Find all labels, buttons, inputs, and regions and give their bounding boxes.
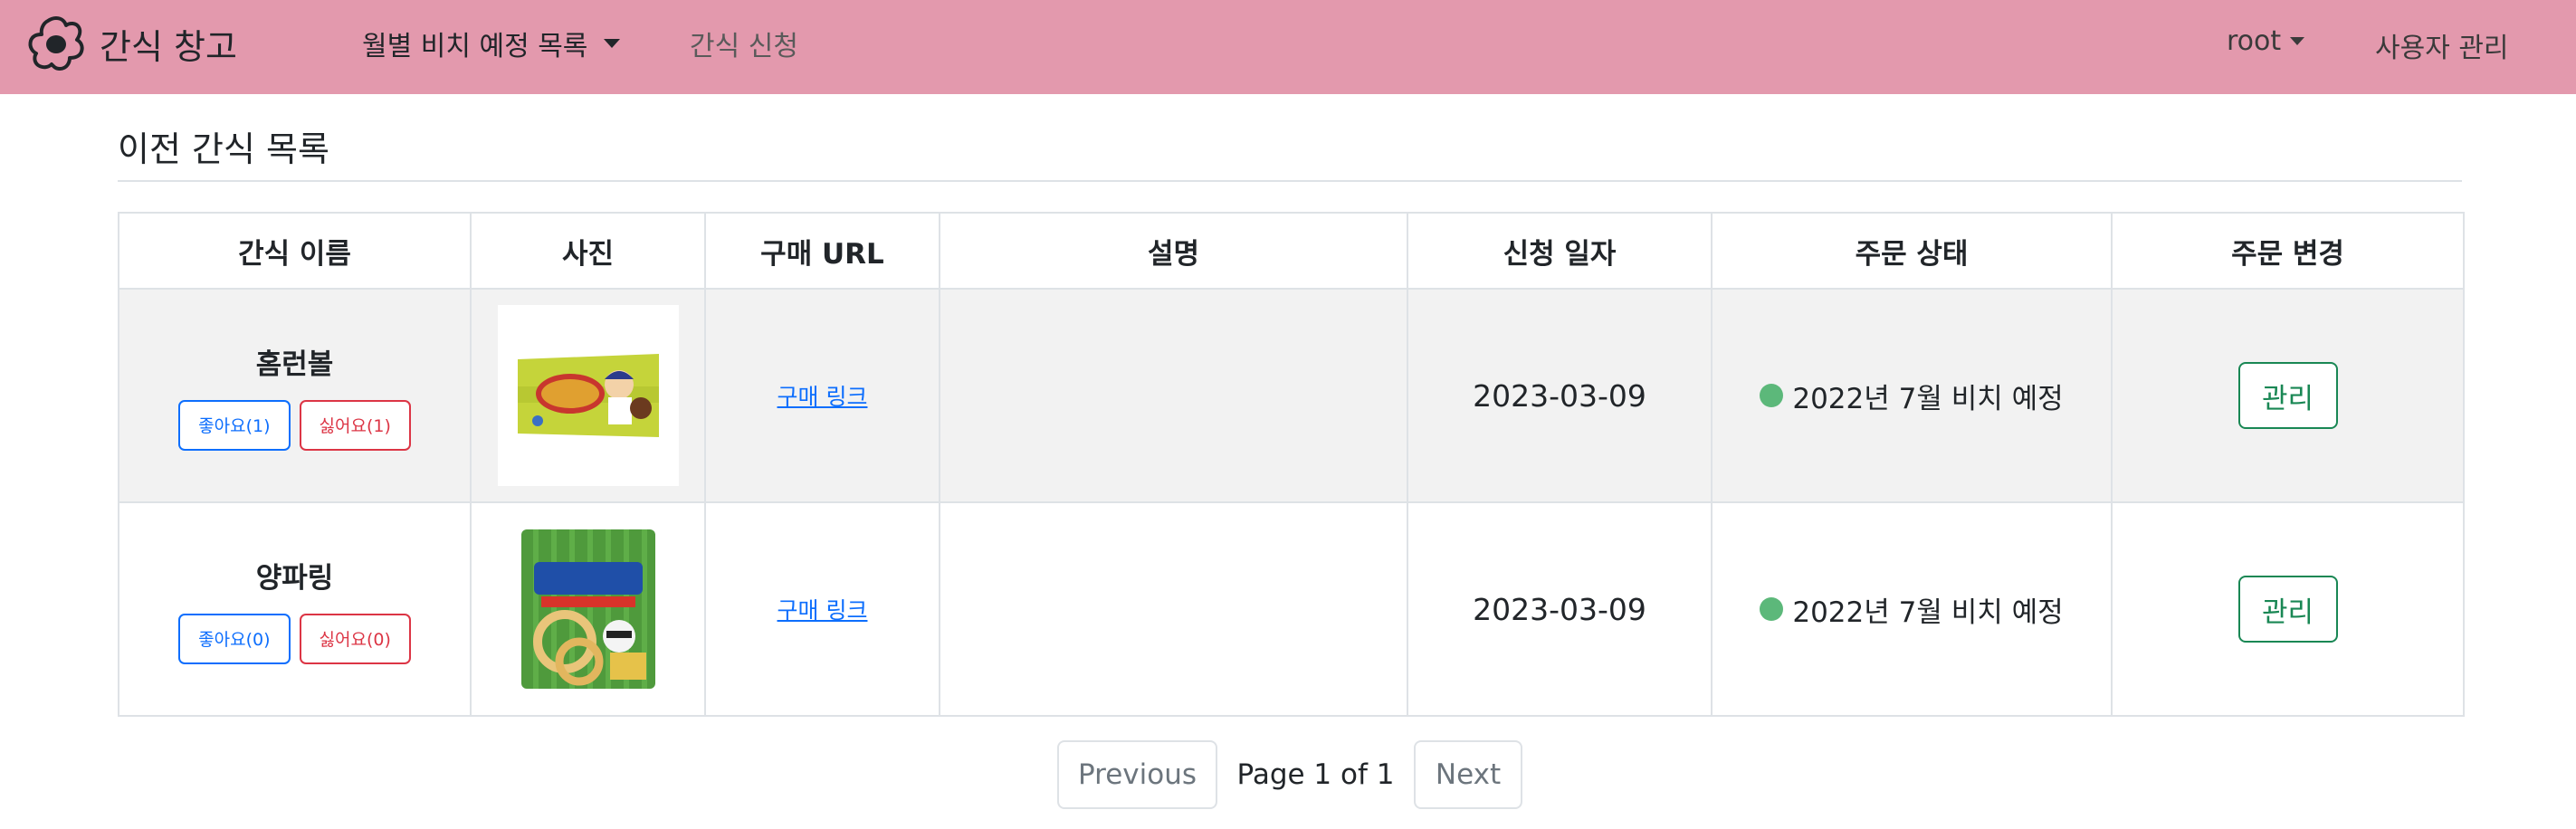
status-dot-icon bbox=[1760, 597, 1784, 621]
vote-buttons: 좋아요(1) 싫어요(1) bbox=[120, 399, 469, 451]
snack-photo bbox=[497, 305, 679, 486]
caret-down-icon bbox=[2290, 37, 2305, 45]
photo-cell bbox=[470, 288, 706, 503]
like-button[interactable]: 좋아요(0) bbox=[178, 613, 291, 664]
snack-name-cell: 홈런볼 좋아요(1) 싫어요(1) bbox=[118, 288, 472, 503]
header-request-date: 신청 일자 bbox=[1407, 212, 1713, 290]
photo-cell bbox=[470, 501, 706, 717]
snack-request-link[interactable]: 간식 신청 bbox=[690, 24, 798, 63]
snack-package-image bbox=[517, 354, 659, 437]
snack-name: 양파링 bbox=[255, 561, 334, 595]
order-status-text: 2022년 7월 비치 예정 bbox=[1792, 596, 2064, 629]
purchase-url-cell: 구매 링크 bbox=[704, 501, 940, 717]
status-dot-icon bbox=[1760, 384, 1784, 407]
order-change-cell: 관리 bbox=[2111, 501, 2465, 717]
header-description: 설명 bbox=[939, 212, 1408, 290]
user-menu-dropdown[interactable]: root bbox=[2227, 25, 2305, 57]
order-status-text: 2022년 7월 비치 예정 bbox=[1792, 382, 2064, 415]
flower-logo-icon bbox=[28, 16, 84, 71]
request-date: 2023-03-09 bbox=[1407, 501, 1713, 717]
snack-table: 간식 이름 사진 구매 URL 설명 신청 일자 주문 상태 주문 변경 홈런볼… bbox=[118, 212, 2465, 717]
description-cell bbox=[939, 501, 1408, 717]
page-indicator: Page 1 of 1 bbox=[1236, 758, 1395, 791]
user-management-link[interactable]: 사용자 관리 bbox=[2375, 25, 2509, 65]
order-status: 2022년 7월 비치 예정 bbox=[1760, 589, 2064, 630]
order-status: 2022년 7월 비치 예정 bbox=[1760, 376, 2064, 416]
description-cell bbox=[939, 288, 1408, 503]
order-status-cell: 2022년 7월 비치 예정 bbox=[1711, 501, 2113, 717]
like-button[interactable]: 좋아요(1) bbox=[178, 399, 291, 451]
user-menu-label: root bbox=[2227, 25, 2282, 57]
order-change-cell: 관리 bbox=[2111, 288, 2465, 503]
header-snack-name: 간식 이름 bbox=[118, 212, 472, 290]
snack-name: 홈런볼 bbox=[255, 348, 334, 381]
header-order-change: 주문 변경 bbox=[2111, 212, 2465, 290]
purchase-link[interactable]: 구매 링크 bbox=[778, 597, 868, 624]
snack-photo bbox=[497, 519, 679, 700]
snack-name-cell: 양파링 좋아요(0) 싫어요(0) bbox=[118, 501, 472, 717]
brand[interactable]: 간식 창고 bbox=[25, 13, 237, 74]
header-order-status: 주문 상태 bbox=[1711, 212, 2113, 290]
header-photo: 사진 bbox=[470, 212, 706, 290]
order-status-cell: 2022년 7월 비치 예정 bbox=[1711, 288, 2113, 503]
title-divider bbox=[118, 180, 2462, 182]
monthly-list-dropdown[interactable]: 월별 비치 예정 목록 bbox=[362, 24, 621, 63]
snack-package-image bbox=[520, 529, 655, 689]
purchase-url-cell: 구매 링크 bbox=[704, 288, 940, 503]
pagination: Previous Page 1 of 1 Next bbox=[0, 740, 2576, 809]
previous-page-button[interactable]: Previous bbox=[1057, 740, 1217, 809]
monthly-list-label: 월별 비치 예정 목록 bbox=[362, 31, 588, 62]
caret-down-icon bbox=[604, 39, 621, 48]
vote-buttons: 좋아요(0) 싫어요(0) bbox=[120, 613, 469, 664]
dislike-button[interactable]: 싫어요(0) bbox=[299, 613, 411, 664]
table-header-row: 간식 이름 사진 구매 URL 설명 신청 일자 주문 상태 주문 변경 bbox=[118, 212, 2465, 290]
request-date: 2023-03-09 bbox=[1407, 288, 1713, 503]
manage-button[interactable]: 관리 bbox=[2237, 576, 2338, 643]
dislike-button[interactable]: 싫어요(1) bbox=[299, 399, 411, 451]
purchase-link[interactable]: 구매 링크 bbox=[778, 384, 868, 410]
brand-title: 간식 창고 bbox=[100, 26, 237, 67]
table-row: 양파링 좋아요(0) 싫어요(0) 구매 링크 2023-03-09 2022년… bbox=[118, 501, 2465, 717]
table-row: 홈런볼 좋아요(1) 싫어요(1) 구매 링크 2023-03-09 2022년… bbox=[118, 288, 2465, 503]
header-purchase-url: 구매 URL bbox=[704, 212, 940, 290]
navbar: 간식 창고 월별 비치 예정 목록 간식 신청 root 사용자 관리 bbox=[0, 0, 2576, 94]
manage-button[interactable]: 관리 bbox=[2237, 362, 2338, 429]
next-page-button[interactable]: Next bbox=[1414, 740, 1522, 809]
page-title: 이전 간식 목록 bbox=[118, 129, 329, 169]
